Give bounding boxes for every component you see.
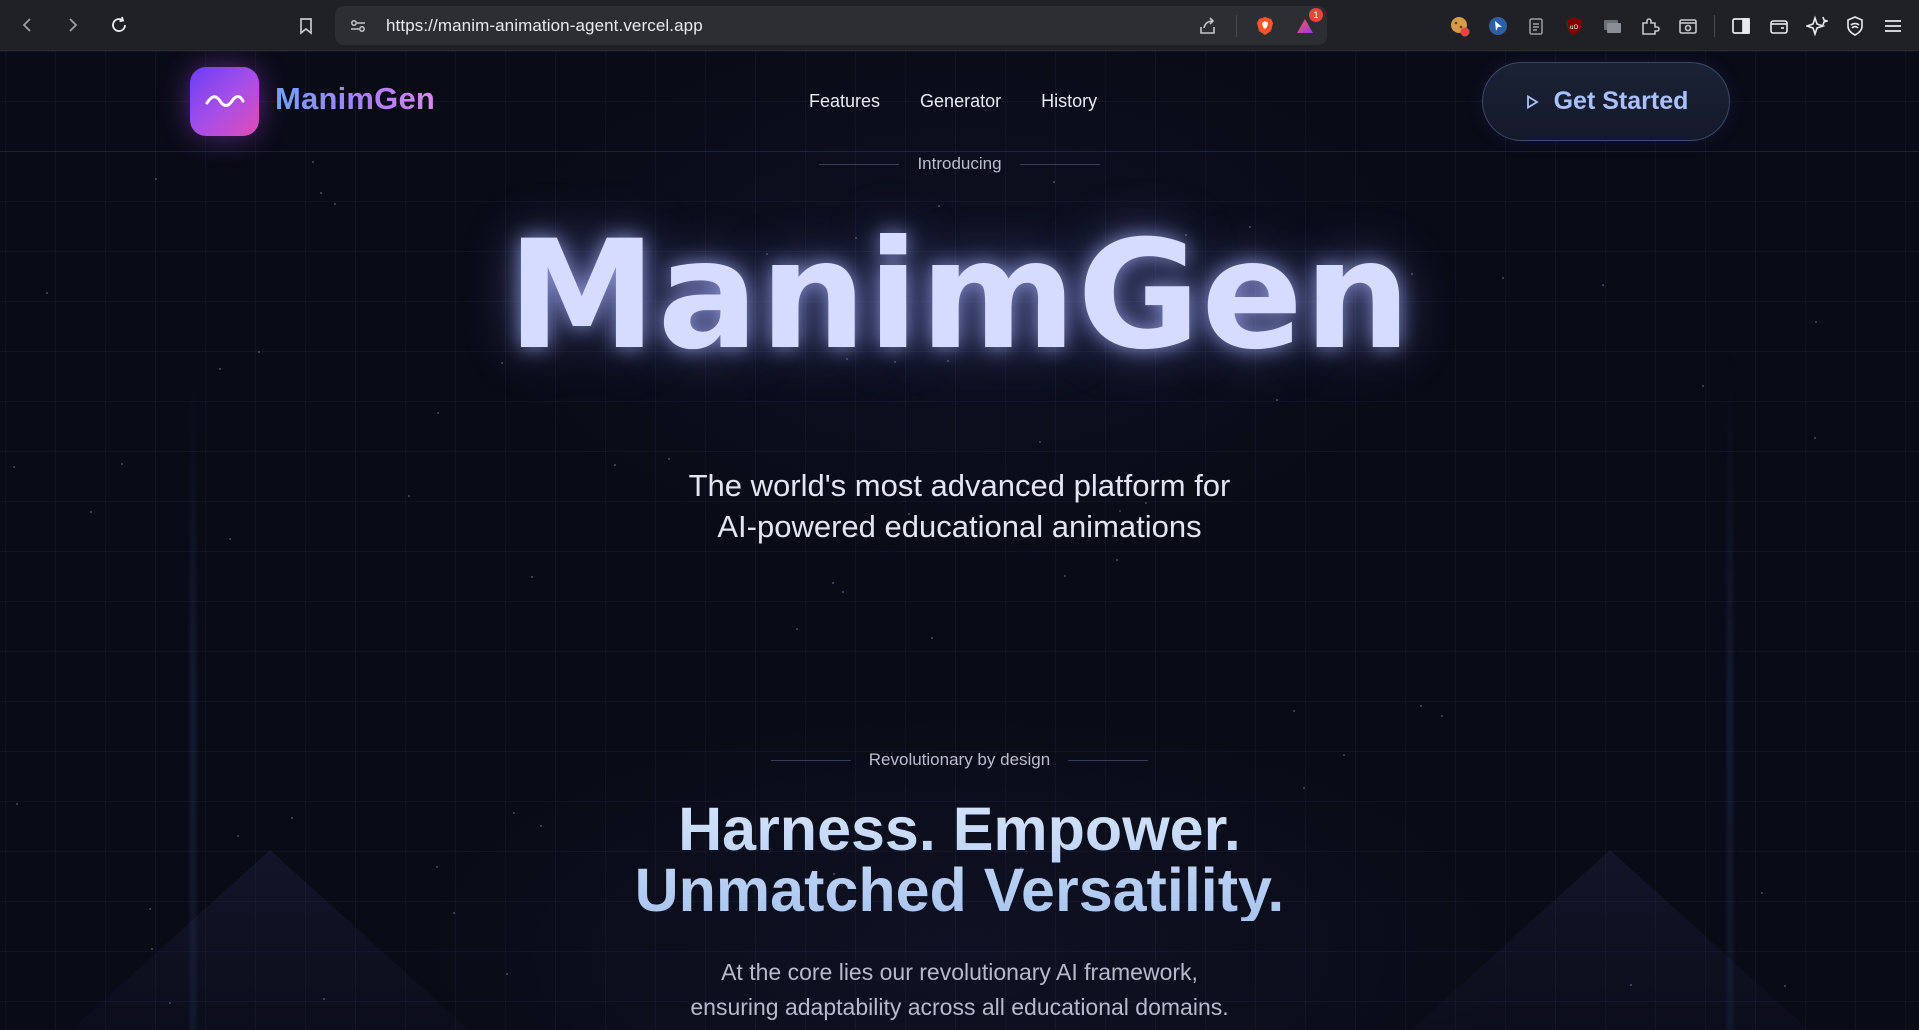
hero-eyebrow: Introducing [0,154,1919,174]
section-title: Harness. Empower. Unmatched Versatility. [0,799,1919,921]
section-eyebrow: Revolutionary by design [0,750,1919,770]
glow-column [1727,351,1733,1030]
browser-toolbar: https://manim-animation-agent.vercel.app… [0,0,1919,51]
brave-rewards-icon[interactable]: 1 [1293,7,1323,38]
divider [770,759,851,761]
nav-link-generator[interactable]: Generator [920,91,1001,112]
particle [1293,710,1295,712]
hero-title: ManimGen [507,209,1412,383]
section-title-line: Harness. Empower. [678,795,1241,863]
shield-icon[interactable] [1843,14,1867,38]
particle [334,203,336,205]
divider [1714,14,1715,37]
particle [437,412,439,414]
divider [1068,759,1149,761]
particle [1441,715,1443,717]
particle [531,576,533,578]
section-title-line: Unmatched Versatility. [634,856,1285,924]
particle [1039,441,1041,443]
cookie-icon[interactable] [1448,14,1472,38]
particle [842,591,844,593]
divider [819,163,900,165]
ublock-icon[interactable]: uO [1562,14,1586,38]
notification-badge: 1 [1309,7,1323,22]
brand-name[interactable]: ManimGen [275,81,435,117]
get-started-label: Get Started [1553,87,1689,115]
particle [832,582,834,584]
particle [668,458,670,460]
section-eyebrow-text: Revolutionary by design [868,750,1051,769]
brave-shields-icon[interactable] [1253,14,1277,38]
section-description: At the core lies our revolutionary AI fr… [0,955,1919,1025]
back-button[interactable] [10,8,44,42]
sidebar-icon[interactable] [1729,14,1753,38]
particle [1064,575,1066,577]
play-icon [1526,94,1539,109]
particle [931,637,933,639]
particle [1303,787,1305,789]
section-description-line: At the core lies our revolutionary AI fr… [721,959,1198,985]
address-bar[interactable]: https://manim-animation-agent.vercel.app… [335,6,1327,45]
hero-eyebrow-text: Introducing [917,154,1002,173]
cursor-icon[interactable] [1486,14,1510,38]
share-icon[interactable] [1196,14,1220,38]
hero-subtitle: The world's most advanced platform for A… [0,465,1919,547]
get-started-button[interactable]: Get Started [1482,62,1730,141]
particle [320,192,322,194]
particle [151,948,153,950]
site-settings-icon[interactable] [348,16,368,36]
wallet-icon[interactable] [1767,14,1791,38]
menu-icon[interactable] [1881,14,1905,38]
clipboard-icon[interactable] [1524,14,1548,38]
particle [155,178,157,180]
sparkle-icon[interactable] [1805,14,1829,38]
site-header: ManimGen Features Generator History Get … [0,51,1919,152]
hero-subtitle-line: AI-powered educational animations [717,509,1202,544]
divider [1019,163,1100,165]
particle [1116,559,1118,561]
particle [1053,181,1055,183]
logo-icon[interactable] [190,67,259,136]
hero-subtitle-line: The world's most advanced platform for [688,468,1231,503]
svg-text:uO: uO [1570,24,1579,31]
puzzle-icon[interactable] [1638,14,1662,38]
particle [1702,385,1704,387]
forward-button[interactable] [56,8,90,42]
extensions-bar: uO [1448,0,1919,51]
bookmark-button[interactable] [289,9,323,43]
main-nav: Features Generator History [809,91,1097,112]
section-description-line: ensuring adaptability across all educati… [690,994,1229,1020]
web-page: ManimGen Features Generator History Get … [0,51,1919,1030]
reload-button[interactable] [102,8,136,42]
particle [1814,437,1816,439]
url-text[interactable]: https://manim-animation-agent.vercel.app [386,16,703,36]
divider [1236,14,1237,37]
particle [938,205,940,207]
nav-link-history[interactable]: History [1041,91,1097,112]
particle [796,628,798,630]
particle [1276,399,1278,401]
screenshot-icon[interactable] [1676,14,1700,38]
particle [1420,705,1422,707]
nav-link-features[interactable]: Features [809,91,880,112]
screen-icon[interactable] [1600,14,1624,38]
